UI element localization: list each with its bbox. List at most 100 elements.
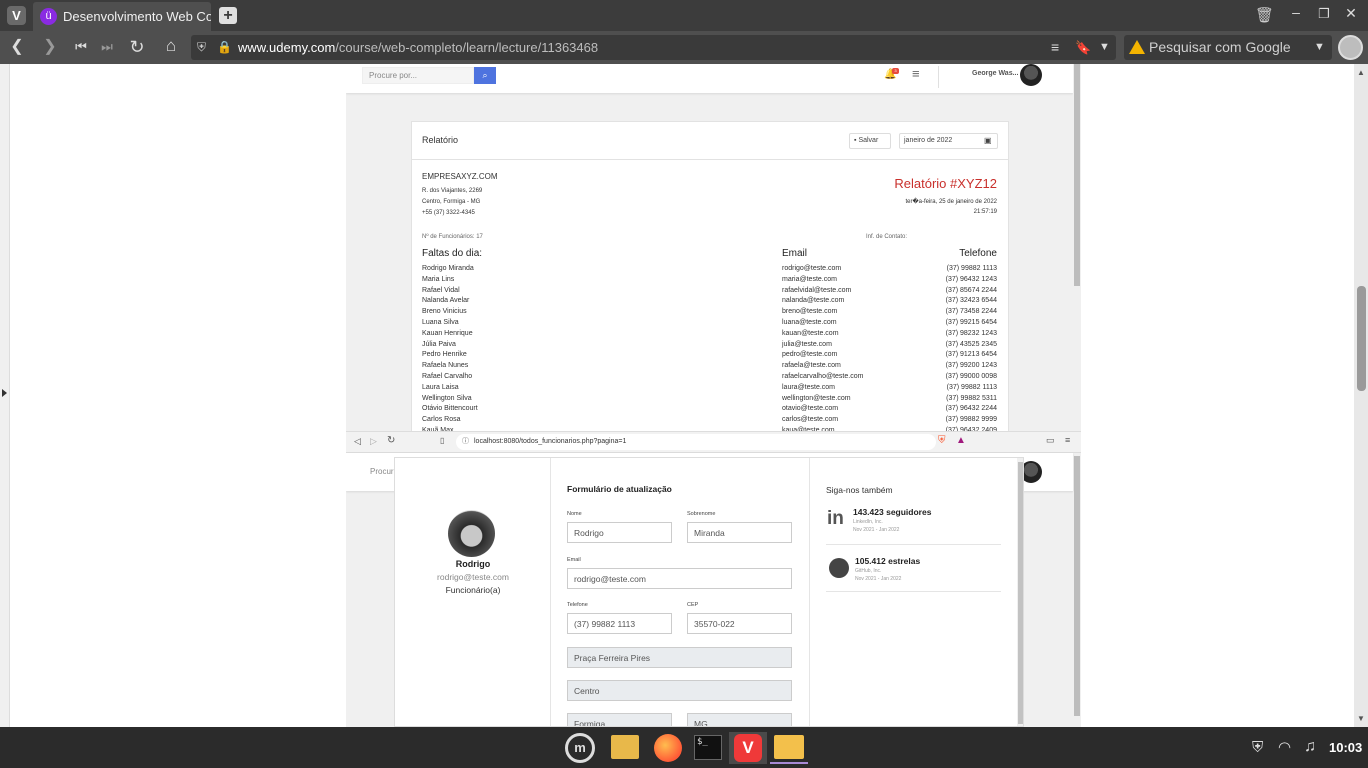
employee-email: rafaela@teste.com [782,362,841,370]
scroll-up-icon[interactable]: ▲ [1357,68,1365,77]
close-icon[interactable]: ✕ [1343,5,1359,23]
panel-toggle-icon[interactable] [2,389,7,397]
street-field[interactable]: Praça Ferreira Pires [567,647,792,668]
profile-panel: Rodrigo rodrigo@teste.com Funcionário(a) [395,458,551,726]
reload-icon[interactable]: ↻ [127,37,147,57]
modal-scrollbar[interactable] [1017,458,1023,726]
wifi-icon[interactable]: ◠ [1278,738,1291,756]
app-search-button[interactable]: ⌕ [474,67,496,84]
company-phone: +55 (37) 3322-4345 [422,210,475,216]
lecture-video[interactable]: Procure por... ⌕ 🔔 3 ≡ George Was... Rel… [346,64,1081,727]
page-scrollbar-thumb[interactable] [1357,286,1366,391]
rewind-icon[interactable]: ⏮ [72,37,90,57]
inner-back-icon[interactable]: ◁ [354,436,361,447]
employee-email: rafaelcarvalho@teste.com [782,373,864,380]
github-item: 105.412 estrelas GitHub, Inc. Nov 2021 -… [826,552,1001,592]
employees-count: Nº de Funcionários: 17 [422,234,483,240]
search-engine-chevron-icon[interactable]: ▼ [1314,35,1325,60]
district-field[interactable]: Centro [567,680,792,701]
state-field[interactable]: MG [687,713,792,726]
new-tab-button[interactable]: + [219,7,237,24]
google-drive-icon [1129,40,1145,54]
employee-phone: (37) 91213 6454 [945,351,997,359]
report-date: ter�a-feira, 25 de janeiro de 2022 [905,199,997,205]
clock[interactable]: 10:03 [1329,740,1362,755]
file-manager-icon[interactable] [770,732,808,764]
address-bar[interactable]: ⛨ 🔒 www.udemy.com/course/web-completo/le… [191,35,1116,60]
url-text: www.udemy.com/course/web-completo/learn/… [238,35,598,60]
maximize-icon[interactable]: ❐ [1316,6,1332,22]
modal-scrollbar-thumb[interactable] [1018,462,1023,724]
brave-shield-icon[interactable]: ⛨ [938,435,946,446]
vivaldi-menu-icon[interactable]: V [7,6,26,25]
firefox-icon[interactable] [651,732,685,764]
terminal-icon[interactable]: $_ [691,732,725,764]
name-field[interactable]: Rodrigo [567,522,672,543]
active-tab[interactable]: ü Desenvolvimento Web Com [33,2,211,31]
report-header-title: Relatório [422,135,459,145]
video-scrollbar-thumb-lower[interactable] [1074,456,1080,716]
fast-forward-icon[interactable]: ⏭ [98,37,116,57]
employee-phone: (37) 99882 1113 [946,265,997,272]
city-field[interactable]: Formiga [567,713,672,726]
chevron-down-icon[interactable]: ▼ [1099,35,1110,60]
employee-name: Rodrigo Miranda [422,265,474,272]
files-folder-icon[interactable] [608,732,642,764]
back-icon[interactable]: ❮ [8,37,26,57]
forward-icon[interactable]: ❯ [41,37,59,57]
github-icon [829,558,849,578]
vivaldi-taskbar-icon[interactable]: V [729,732,767,764]
app-topbar: Procure por... ⌕ 🔔 3 ≡ George Was... [346,64,1073,93]
calendar-icon[interactable]: ▣ [984,134,992,148]
page-scrollbar[interactable]: ▲ ▼ [1354,64,1368,727]
trash-icon[interactable]: 🗑 [1255,6,1274,25]
company-address-2: Centro, Formiga - MG [422,199,481,205]
inner-reload-icon[interactable]: ↻ [387,435,395,446]
bookmark-icon[interactable]: 🔖 [1075,35,1091,60]
email-field[interactable]: rodrigo@teste.com [567,568,792,589]
shield-tray-icon[interactable]: ⛨ [1252,739,1263,756]
video-scrollbar[interactable] [1073,64,1081,727]
github-source: GitHub, Inc. [855,568,882,574]
brave-rewards-icon[interactable]: ▲ [956,435,966,446]
profile-name: Rodrigo [455,559,491,569]
music-icon[interactable]: ♫ [1304,738,1316,756]
udemy-favicon-icon: ü [40,8,57,25]
employee-phone: (37) 32423 6544 [945,297,997,305]
inner-forward-icon[interactable]: ▷ [370,436,377,447]
url-host: www.udemy.com [238,40,336,55]
reader-view-icon[interactable]: ≡ [1051,35,1059,60]
user-avatar[interactable] [1020,64,1042,86]
employee-name: Luana Silva [422,319,459,326]
inner-bookmark-icon[interactable]: ▯ [440,436,444,445]
employee-phone: (37) 99882 9999 [945,416,997,424]
home-icon[interactable]: ⌂ [161,36,181,56]
lower-search-partial[interactable]: Procur [370,467,394,476]
shield-icon[interactable]: ⛨ [197,35,206,60]
save-label: Salvar [858,137,879,144]
social-title: Siga-nos também [826,485,893,495]
month-input[interactable]: janeiro de 2022 ▣ [899,133,998,149]
search-engine-field[interactable]: Pesquisar com Google ▼ [1124,35,1332,60]
minimize-icon[interactable]: – [1288,4,1304,24]
app-search-input[interactable]: Procure por... [362,67,474,84]
linkedin-source: LinkedIn, Inc. [853,519,883,525]
inner-window-icon[interactable]: ▭ [1046,435,1055,446]
side-panel-strip[interactable] [0,64,10,727]
save-button[interactable]: ▪ Salvar [849,133,891,149]
video-scrollbar-thumb-upper[interactable] [1074,64,1080,286]
cep-field[interactable]: 35570-022 [687,613,792,634]
scroll-down-icon[interactable]: ▼ [1357,714,1365,723]
inner-menu-icon[interactable]: ≡ [1065,435,1070,445]
phone-field[interactable]: (37) 99882 1113 [567,613,672,634]
user-name[interactable]: George Was... [972,70,1018,77]
surname-field[interactable]: Miranda [687,522,792,543]
menu-icon[interactable]: ≡ [912,66,920,81]
phone-label: Telefone [567,602,588,608]
email-label: Email [567,557,581,563]
inner-address-bar[interactable]: ⓘ localhost:8080/todos_funcionarios.php?… [456,434,936,450]
employee-email: maria@teste.com [782,275,837,283]
absences-heading: Faltas do dia: [422,248,483,259]
profile-avatar-icon[interactable] [1338,35,1363,60]
mint-menu-icon[interactable]: m [563,732,597,764]
